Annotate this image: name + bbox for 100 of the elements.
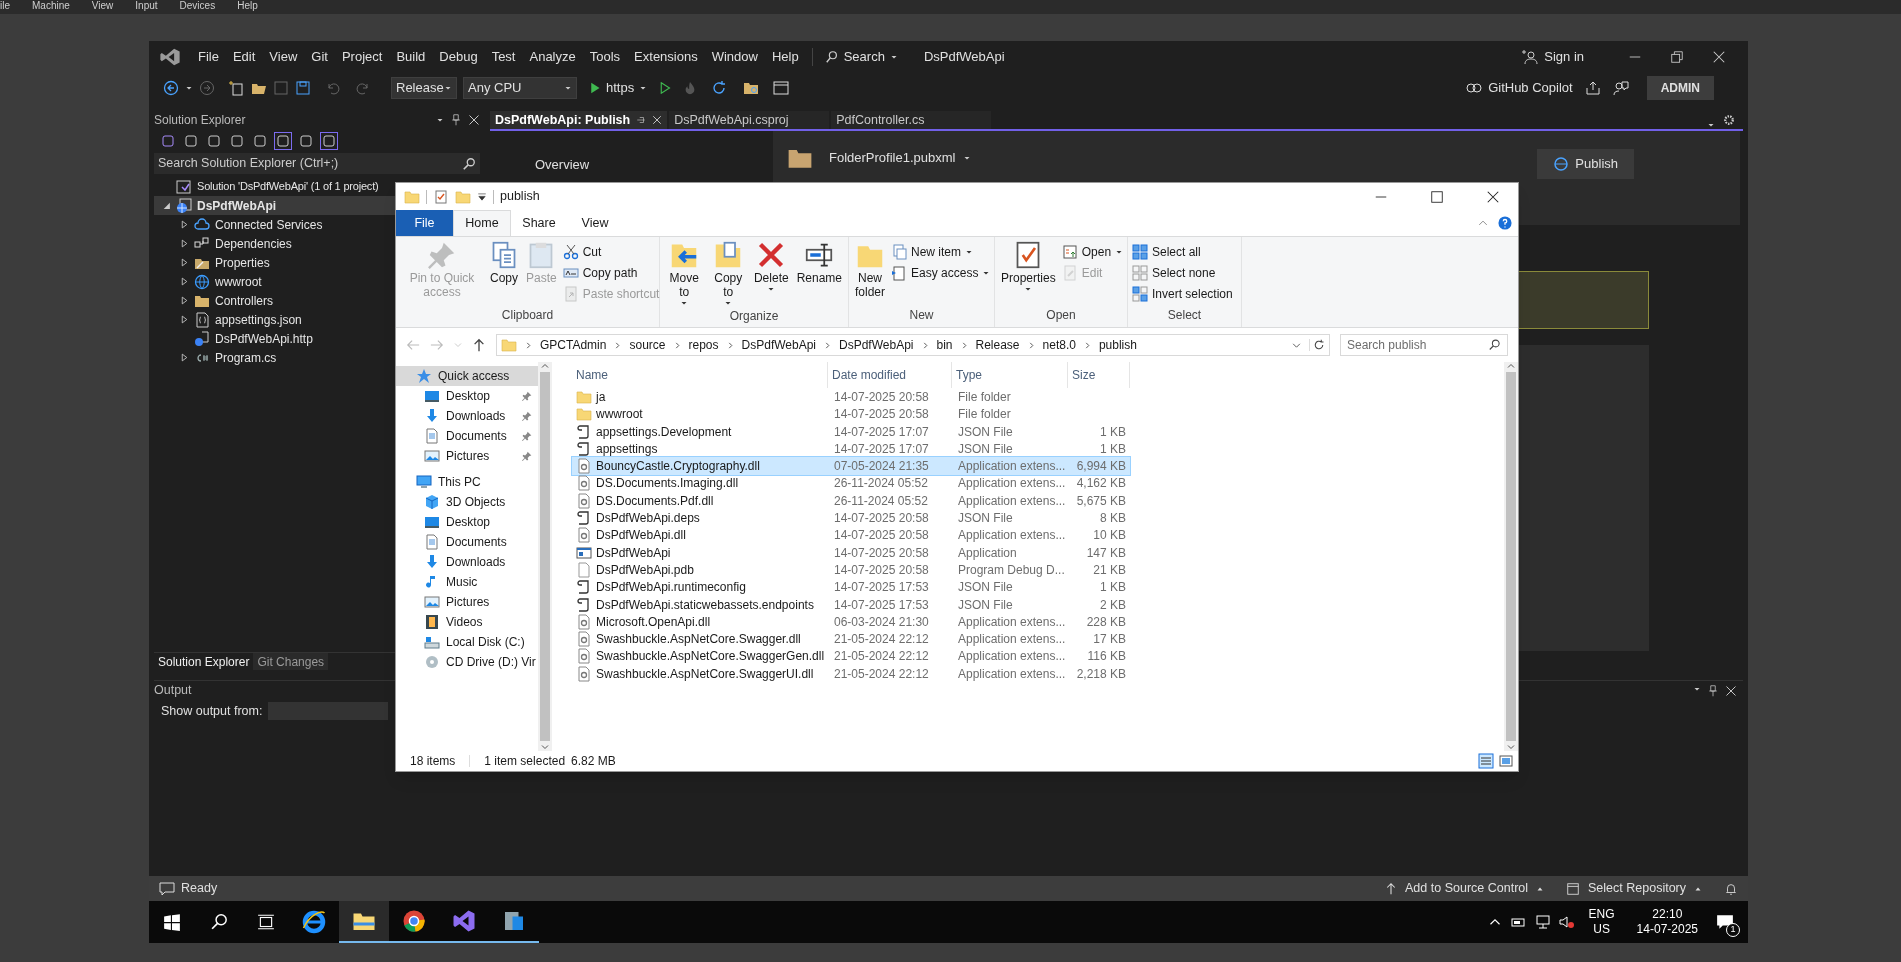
breadcrumb-item[interactable]: Release — [975, 336, 1020, 354]
ribbon-button[interactable]: Properties — [999, 241, 1058, 306]
file-row[interactable]: appsettings.Development 14-07-2025 17:07 JSON File 1 KB — [572, 422, 1130, 441]
nav-item[interactable]: Desktop — [396, 386, 538, 406]
source-control-button[interactable]: Add to Source Control — [1385, 879, 1545, 898]
ribbon-tab[interactable]: View — [567, 210, 623, 236]
publish-button[interactable]: Publish — [1537, 149, 1634, 179]
ribbon-button[interactable]: Delete — [751, 241, 791, 307]
play-outline-icon[interactable] — [659, 82, 672, 94]
save-all-icon[interactable] — [295, 80, 311, 96]
breadcrumb-item[interactable]: DsPdfWebApi — [839, 336, 914, 354]
ribbon-button[interactable]: Copy path — [562, 264, 660, 282]
collapsed-arrow-icon[interactable] — [180, 258, 189, 267]
menu-item[interactable]: Help — [237, 0, 258, 12]
share-icon[interactable] — [1584, 80, 1601, 96]
search-button[interactable]: Search — [818, 47, 904, 67]
profile-dropdown[interactable]: FolderProfile1.pubxml — [829, 148, 972, 168]
menu-item[interactable]: Git — [304, 44, 335, 70]
menu-item[interactable]: Devices — [179, 0, 216, 12]
repository-button[interactable]: Select Repository — [1566, 879, 1702, 898]
maximize-icon[interactable] — [1430, 189, 1444, 204]
file-row[interactable]: DsPdfWebApi.dll 14-07-2025 20:58 Application extens... 10 KB — [572, 526, 1130, 545]
breadcrumb-item[interactable]: net8.0 — [1042, 336, 1076, 354]
menu-item[interactable]: Input — [135, 0, 158, 12]
tree-item[interactable]: DsPdfWebApi.http — [154, 329, 313, 348]
dropdown-icon[interactable] — [1292, 340, 1301, 350]
refresh-icon[interactable] — [1309, 339, 1325, 351]
tree-item[interactable]: Program.cs — [154, 348, 277, 367]
pin-icon[interactable] — [1707, 684, 1719, 697]
ribbon-button[interactable]: Cut — [562, 243, 660, 261]
nav-item[interactable]: Music — [396, 572, 538, 592]
back-icon[interactable] — [163, 80, 179, 96]
nav-item[interactable]: Downloads — [396, 552, 538, 572]
copilot-button[interactable]: GitHub Copilot — [1466, 78, 1573, 98]
menu-item[interactable]: Edit — [225, 44, 263, 70]
region-indicator[interactable]: US — [1593, 922, 1610, 937]
column-header[interactable]: Date modified — [828, 362, 952, 388]
nav-item[interactable]: Quick access — [396, 366, 538, 386]
ribbon-tab[interactable]: File — [396, 210, 453, 236]
tree-item[interactable]: wwwroot — [154, 272, 262, 291]
ribbon-button[interactable]: Invert selection — [1132, 285, 1233, 303]
nav-item[interactable]: Documents — [396, 532, 538, 552]
ribbon-button[interactable]: New folder — [853, 241, 887, 306]
run-button[interactable]: https — [589, 78, 648, 98]
checkmark-document-icon[interactable] — [433, 188, 449, 205]
nav-item[interactable]: CD Drive (D:) Vir — [396, 652, 538, 672]
task-view-icon[interactable] — [257, 913, 275, 931]
file-row[interactable]: appsettings 14-07-2025 17:07 JSON File 1 KB — [572, 439, 1130, 458]
nav-item[interactable]: Pictures — [396, 592, 538, 612]
breadcrumb-item[interactable]: bin — [936, 336, 953, 354]
restore-icon[interactable] — [1670, 50, 1684, 64]
search-field[interactable]: Search publish — [1340, 334, 1508, 356]
help-icon[interactable] — [1498, 216, 1512, 230]
ribbon-button[interactable]: Copy — [488, 241, 520, 306]
large-icons-view-icon[interactable] — [1498, 753, 1514, 769]
collapsed-arrow-icon[interactable] — [180, 315, 189, 324]
menu-item[interactable]: Extensions — [627, 44, 705, 70]
ribbon-button[interactable]: Open — [1061, 243, 1124, 261]
menu-item[interactable]: Project — [334, 44, 390, 70]
tree-item[interactable]: Properties — [154, 253, 270, 272]
up-arrow-icon[interactable] — [472, 338, 486, 352]
scrollbar[interactable] — [538, 362, 552, 751]
customize-dropdown-icon[interactable] — [477, 191, 487, 202]
notifications-button[interactable]: 1 — [1710, 907, 1740, 937]
file-row[interactable]: ja 14-07-2025 20:58 File folder — [572, 388, 1130, 406]
nav-item[interactable]: Desktop — [396, 512, 538, 532]
nav-item[interactable]: This PC — [396, 472, 538, 492]
platform-dropdown[interactable]: Any CPU — [463, 77, 577, 99]
nav-item[interactable]: Videos — [396, 612, 538, 632]
settings-icon[interactable] — [1723, 114, 1735, 126]
ribbon-button[interactable]: Rename — [794, 241, 844, 307]
document-tab[interactable]: DsPdfWebApi: Publish — [490, 111, 668, 129]
column-header[interactable]: Type — [952, 362, 1068, 388]
file-row[interactable]: DS.Documents.Pdf.dll 26-11-2024 05:52 Application extens... 5,675 KB — [572, 491, 1130, 510]
file-row[interactable]: DS.Documents.Imaging.dll 26-11-2024 05:52 Application extens... 4,162 KB — [572, 474, 1130, 493]
muted-speaker-icon[interactable] — [1558, 914, 1575, 930]
details-view-icon[interactable] — [1478, 753, 1494, 769]
tree-item[interactable]: Solution 'DsPdfWebApi' (1 of 1 project) — [154, 177, 379, 196]
breadcrumb-item[interactable]: GPCTAdmin — [540, 336, 607, 354]
file-row[interactable]: DsPdfWebApi.pdb 14-07-2025 20:58 Program Debug D... 21 KB — [572, 560, 1130, 579]
ribbon-button[interactable]: New item — [891, 243, 991, 261]
document-tab[interactable]: DsPdfWebApi.csproj — [669, 111, 830, 129]
refresh-icon[interactable] — [711, 80, 728, 96]
close-icon[interactable] — [1486, 189, 1500, 204]
feedback-icon[interactable] — [1612, 80, 1629, 96]
document-tab[interactable]: PdfController.cs — [831, 111, 992, 129]
pin-icon[interactable] — [450, 114, 462, 126]
forward-icon[interactable] — [199, 80, 215, 96]
expanded-arrow-icon[interactable] — [162, 201, 171, 210]
column-header[interactable]: Size — [1068, 362, 1130, 388]
bell-icon[interactable] — [1724, 881, 1738, 896]
file-row[interactable]: BouncyCastle.Cryptography.dll 07-05-2024 21:35 Application extens... 6,994 KB — [572, 457, 1130, 476]
nav-item[interactable]: 3D Objects — [396, 492, 538, 512]
collapse-ribbon-icon[interactable] — [1478, 218, 1488, 228]
breadcrumb-item[interactable]: publish — [1098, 336, 1137, 354]
column-header[interactable]: Name — [572, 362, 828, 388]
menu-item[interactable]: Build — [389, 44, 433, 70]
tree-item[interactable]: appsettings.json — [154, 310, 302, 329]
file-row[interactable]: DsPdfWebApi.runtimeconfig 14-07-2025 17:53 JSON File 1 KB — [572, 578, 1130, 597]
collapsed-arrow-icon[interactable] — [180, 353, 189, 362]
